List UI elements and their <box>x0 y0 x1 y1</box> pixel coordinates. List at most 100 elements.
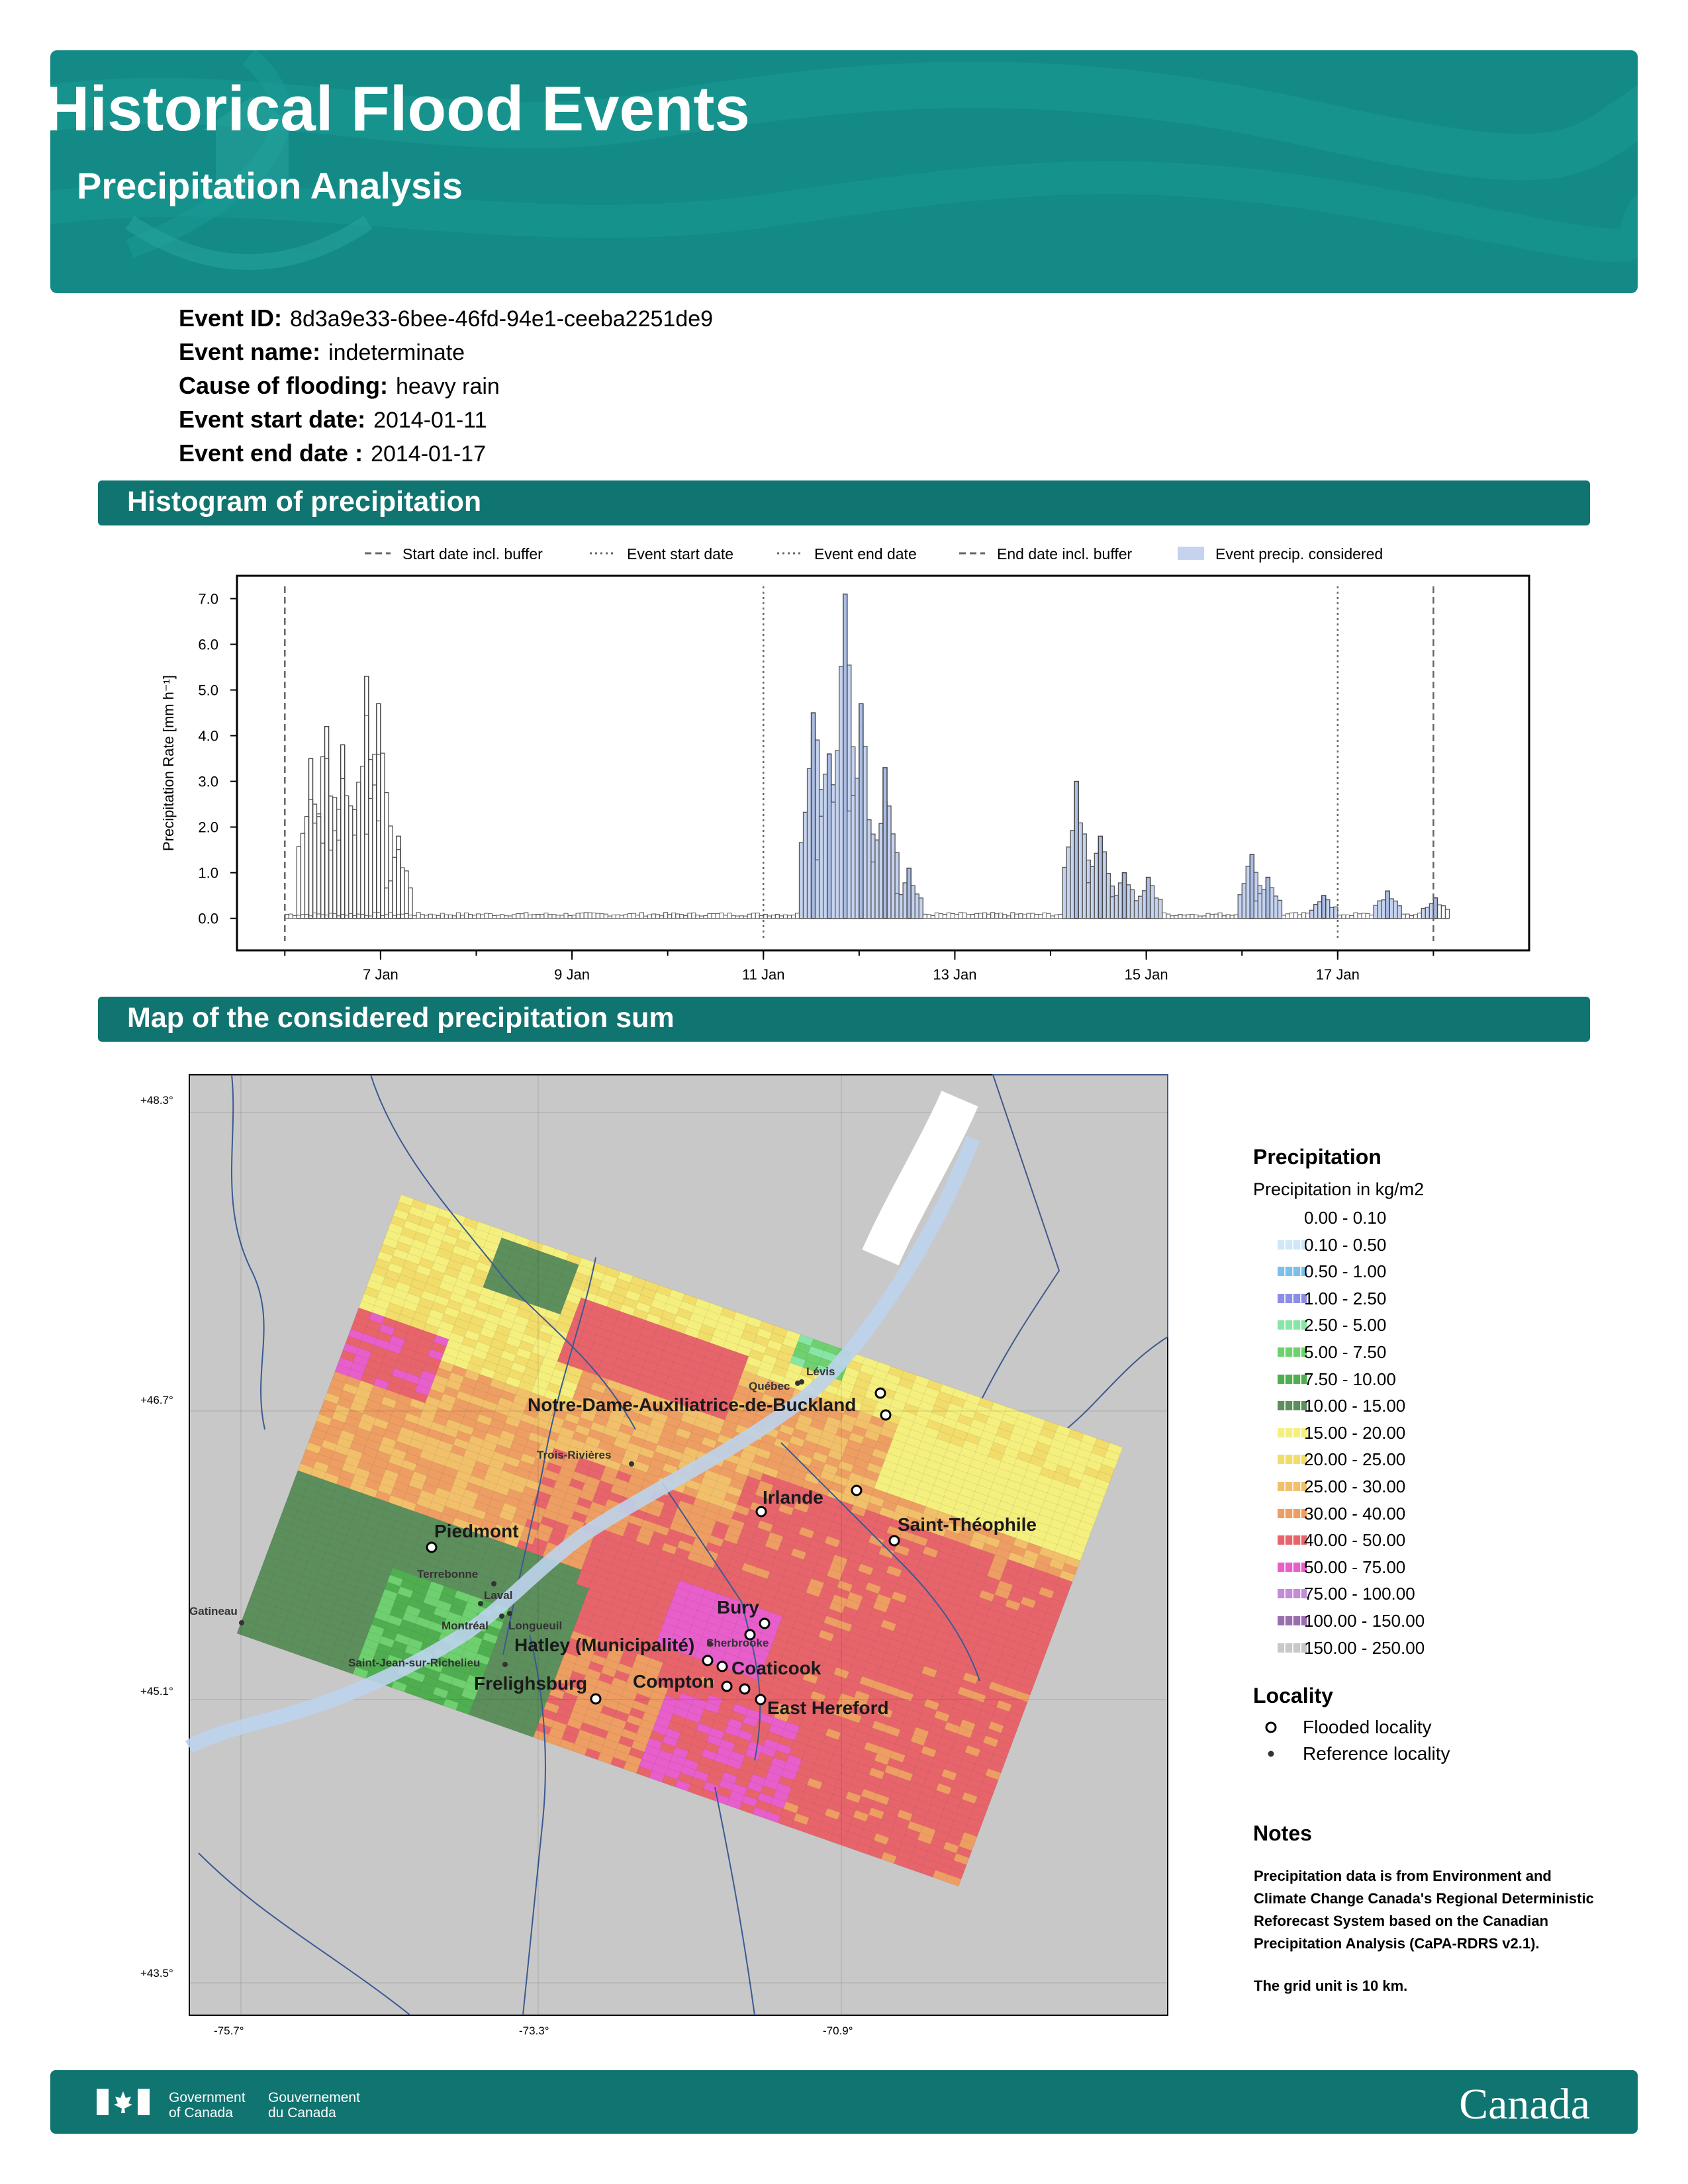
x-tick-label: 11 Jan <box>742 966 784 983</box>
legend-label: 15.00 - 20.00 <box>1304 1422 1406 1443</box>
histogram-peak-bar <box>810 712 816 919</box>
map-section-title: Map of the considered precipitation sum <box>127 1002 675 1034</box>
histogram-bar <box>1109 896 1115 919</box>
histogram-bar <box>1329 907 1335 919</box>
legend-flooded-label: Flooded locality <box>1303 1717 1432 1737</box>
legend-label: 25.00 - 30.00 <box>1304 1477 1406 1496</box>
locality-label-notre-dame: Notre-Dame-Auxiliatrice-de-Buckland <box>528 1394 856 1415</box>
histogram-bar <box>1421 907 1427 919</box>
locality-legend-title: Locality <box>1253 1684 1333 1707</box>
locality-label-longueuil: Longueuil <box>508 1619 562 1632</box>
histogram-bar <box>898 894 904 919</box>
canada-flag-icon <box>97 2089 150 2115</box>
histogram-bar <box>1377 900 1382 919</box>
histogram-bar <box>1150 885 1155 919</box>
legend-reference-label: Reference locality <box>1303 1743 1450 1764</box>
y-axis-label: Precipitation Rate [mm h⁻¹] <box>160 675 177 851</box>
flooded-marker <box>880 1409 892 1421</box>
flooded-marker <box>851 1484 863 1496</box>
histogram-bar <box>878 823 884 919</box>
locality-label-hatley: Hatley (Municipalité) <box>514 1635 694 1655</box>
y-tick-label: 0.0 <box>198 911 218 927</box>
histogram-bar <box>1241 883 1246 919</box>
reference-marker <box>478 1601 483 1606</box>
y-tick-label: 1.0 <box>198 865 218 882</box>
legend-label: 5.00 - 7.50 <box>1304 1342 1387 1362</box>
histogram-bar <box>855 778 860 919</box>
histogram-bar <box>1253 900 1258 919</box>
flooded-marker <box>888 1535 900 1547</box>
notes-title: Notes <box>1253 1821 1312 1845</box>
locality-label-trois-rivieres: Trois-Rivières <box>537 1449 611 1461</box>
legend-label-considered: Event precip. considered <box>1215 545 1383 563</box>
legend-label: 50.00 - 75.00 <box>1304 1557 1406 1577</box>
event-name-value: indeterminate <box>328 340 465 365</box>
reference-marker <box>502 1662 508 1667</box>
legend-swatch <box>1278 1643 1307 1653</box>
legend-label-event-end: Event end date <box>814 545 917 563</box>
locality-label-saint-theophile: Saint-Théophile <box>898 1514 1037 1535</box>
histogram-peak-bar <box>906 868 912 919</box>
y-tick-label: 2.0 <box>198 819 218 836</box>
event-id-label: Event ID: <box>179 304 283 332</box>
legend-label: 0.50 - 1.00 <box>1304 1261 1387 1282</box>
reference-locality-icon <box>1268 1751 1274 1757</box>
end-date-value: 2014-01-17 <box>371 441 486 467</box>
legend-label: 2.50 - 5.00 <box>1304 1315 1387 1336</box>
histogram-bar <box>886 805 892 919</box>
histogram-bar <box>867 819 872 919</box>
histogram-bar <box>1086 882 1091 919</box>
gov-en: Government of Canada <box>169 2090 246 2120</box>
flooded-marker <box>874 1387 886 1399</box>
lat-label-45-1: +45.1° <box>140 1685 173 1698</box>
lat-label-46-7: +46.7° <box>140 1394 173 1406</box>
flooded-marker <box>702 1655 714 1666</box>
histogram-bar <box>1257 893 1262 919</box>
flooded-marker <box>426 1541 438 1553</box>
y-tick-label: 5.0 <box>198 682 218 699</box>
gov-fr-line-2: du Canada <box>268 2105 336 2120</box>
start-date-value: 2014-01-11 <box>373 408 487 433</box>
histogram-peak-bar <box>1121 872 1127 919</box>
histogram-bar <box>822 774 828 919</box>
x-tick-label: 7 Jan <box>363 966 399 983</box>
histogram-bar <box>918 897 923 919</box>
cause-value: heavy rain <box>395 374 500 399</box>
legend-label: 75.00 - 100.00 <box>1304 1584 1415 1604</box>
lat-label-48-3: +48.3° <box>140 1094 173 1107</box>
cause-row: Cause of flooding: heavy rain <box>179 372 500 400</box>
notes-paragraph-1: Precipitation data is from Environment a… <box>1254 1868 1594 1952</box>
legend-swatch <box>1278 1240 1307 1250</box>
precipitation-map: +48.3° +46.7° +45.1° +43.5° -75.7° -73.3… <box>140 1074 1168 2037</box>
histogram-bar <box>1094 852 1099 919</box>
precipitation-histogram: Start date incl. buffer Event start date… <box>160 545 1530 983</box>
locality-label-coaticook: Coaticook <box>731 1658 821 1678</box>
locality-label-compton: Compton <box>633 1671 714 1692</box>
legend-swatch <box>1278 1535 1307 1545</box>
reference-marker <box>629 1461 634 1467</box>
legend-swatch <box>1278 1213 1307 1222</box>
histogram-bar <box>1082 833 1087 919</box>
legend-swatch <box>1278 1562 1307 1572</box>
gov-fr-line-1: Gouvernement <box>268 2090 360 2105</box>
histogram-bar <box>890 833 896 919</box>
locality-label-montreal: Montréal <box>442 1619 489 1632</box>
histogram-bar <box>863 746 868 919</box>
locality-label-levis: Lévis <box>806 1365 835 1378</box>
histogram-bar <box>1309 909 1315 919</box>
legend-label: 20.00 - 25.00 <box>1304 1449 1406 1470</box>
histogram-peak-bar <box>1145 876 1151 919</box>
legend-label: 0.00 - 0.10 <box>1304 1208 1387 1228</box>
legend-label: 40.00 - 50.00 <box>1304 1530 1406 1551</box>
legend-swatch <box>1278 1267 1307 1277</box>
histogram-bar <box>1125 884 1131 919</box>
histogram-bar <box>818 815 824 919</box>
locality-label-laval: Laval <box>484 1589 512 1602</box>
reference-marker <box>499 1614 504 1619</box>
histogram-bar <box>1425 907 1430 919</box>
histogram-bar <box>874 839 880 919</box>
histogram-bar <box>1393 900 1398 919</box>
histogram-bar <box>851 795 856 919</box>
legend-swatch <box>1278 1616 1307 1625</box>
histogram-peak-bar <box>826 753 832 919</box>
